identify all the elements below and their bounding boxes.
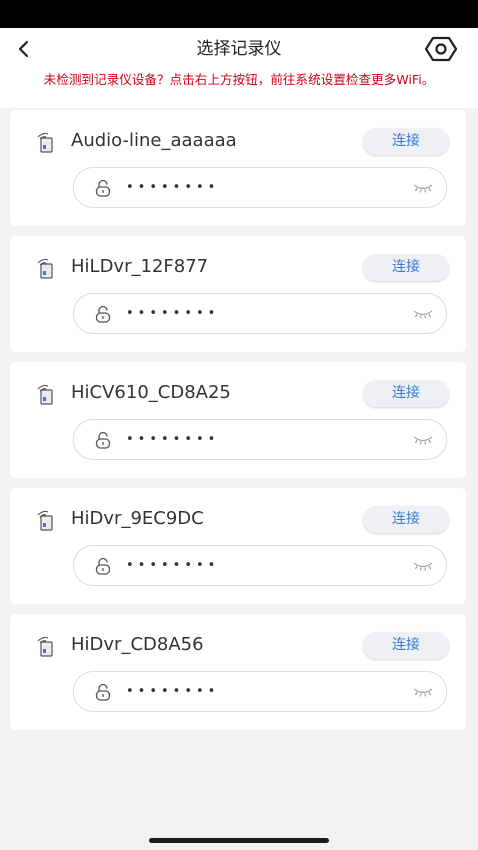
password-input[interactable] xyxy=(126,676,386,707)
password-input[interactable] xyxy=(126,298,386,329)
wifi-device-icon xyxy=(37,384,53,405)
chevron-left-icon xyxy=(18,40,29,58)
device-name: HiLDvr_12F877 xyxy=(71,256,209,277)
password-input[interactable] xyxy=(126,550,386,581)
password-field-container xyxy=(73,545,447,586)
password-input[interactable] xyxy=(126,424,386,455)
eye-closed-icon[interactable] xyxy=(412,181,434,195)
password-field-container xyxy=(73,293,447,334)
device-card: HiLDvr_12F877 连接 xyxy=(10,236,466,352)
device-card: HiDvr_9EC9DC 连接 xyxy=(10,488,466,604)
back-button[interactable] xyxy=(8,33,38,65)
connect-button[interactable]: 连接 xyxy=(363,506,449,533)
lock-icon xyxy=(95,683,111,701)
connect-button[interactable]: 连接 xyxy=(363,254,449,281)
connect-button[interactable]: 连接 xyxy=(363,128,449,155)
wifi-device-icon xyxy=(37,258,53,279)
device-card: HiDvr_CD8A56 连接 xyxy=(10,614,466,730)
device-name: Audio-line_aaaaaa xyxy=(71,130,237,151)
wifi-device-icon xyxy=(37,636,53,657)
device-name: HiDvr_CD8A56 xyxy=(71,634,204,655)
wifi-device-icon xyxy=(37,510,53,531)
lock-icon xyxy=(95,179,111,197)
lock-icon xyxy=(95,557,111,575)
password-field-container xyxy=(73,671,447,712)
page-title: 选择记录仪 xyxy=(196,39,282,59)
eye-closed-icon[interactable] xyxy=(412,307,434,321)
connect-button[interactable]: 连接 xyxy=(363,380,449,407)
eye-closed-icon[interactable] xyxy=(412,559,434,573)
device-name: HiDvr_9EC9DC xyxy=(71,508,204,529)
lock-icon xyxy=(95,305,111,323)
connect-button[interactable]: 连接 xyxy=(363,632,449,659)
eye-closed-icon[interactable] xyxy=(412,433,434,447)
password-field-container xyxy=(73,167,447,208)
status-bar xyxy=(0,0,478,28)
eye-closed-icon[interactable] xyxy=(412,685,434,699)
lock-icon xyxy=(95,431,111,449)
settings-button[interactable] xyxy=(422,32,460,66)
home-indicator[interactable] xyxy=(149,838,329,843)
password-input[interactable] xyxy=(126,172,386,203)
password-field-container xyxy=(73,419,447,460)
nav-bar: 选择记录仪 xyxy=(0,28,478,70)
warning-message: 未检测到记录仪设备？点击右上方按钮，前往系统设置检查更多WiFi。 xyxy=(0,70,478,108)
wifi-device-icon xyxy=(37,132,53,153)
device-card: HiCV610_CD8A25 连接 xyxy=(10,362,466,478)
device-name: HiCV610_CD8A25 xyxy=(71,382,231,403)
device-card: Audio-line_aaaaaa 连接 xyxy=(10,110,466,226)
gear-icon xyxy=(424,36,458,62)
